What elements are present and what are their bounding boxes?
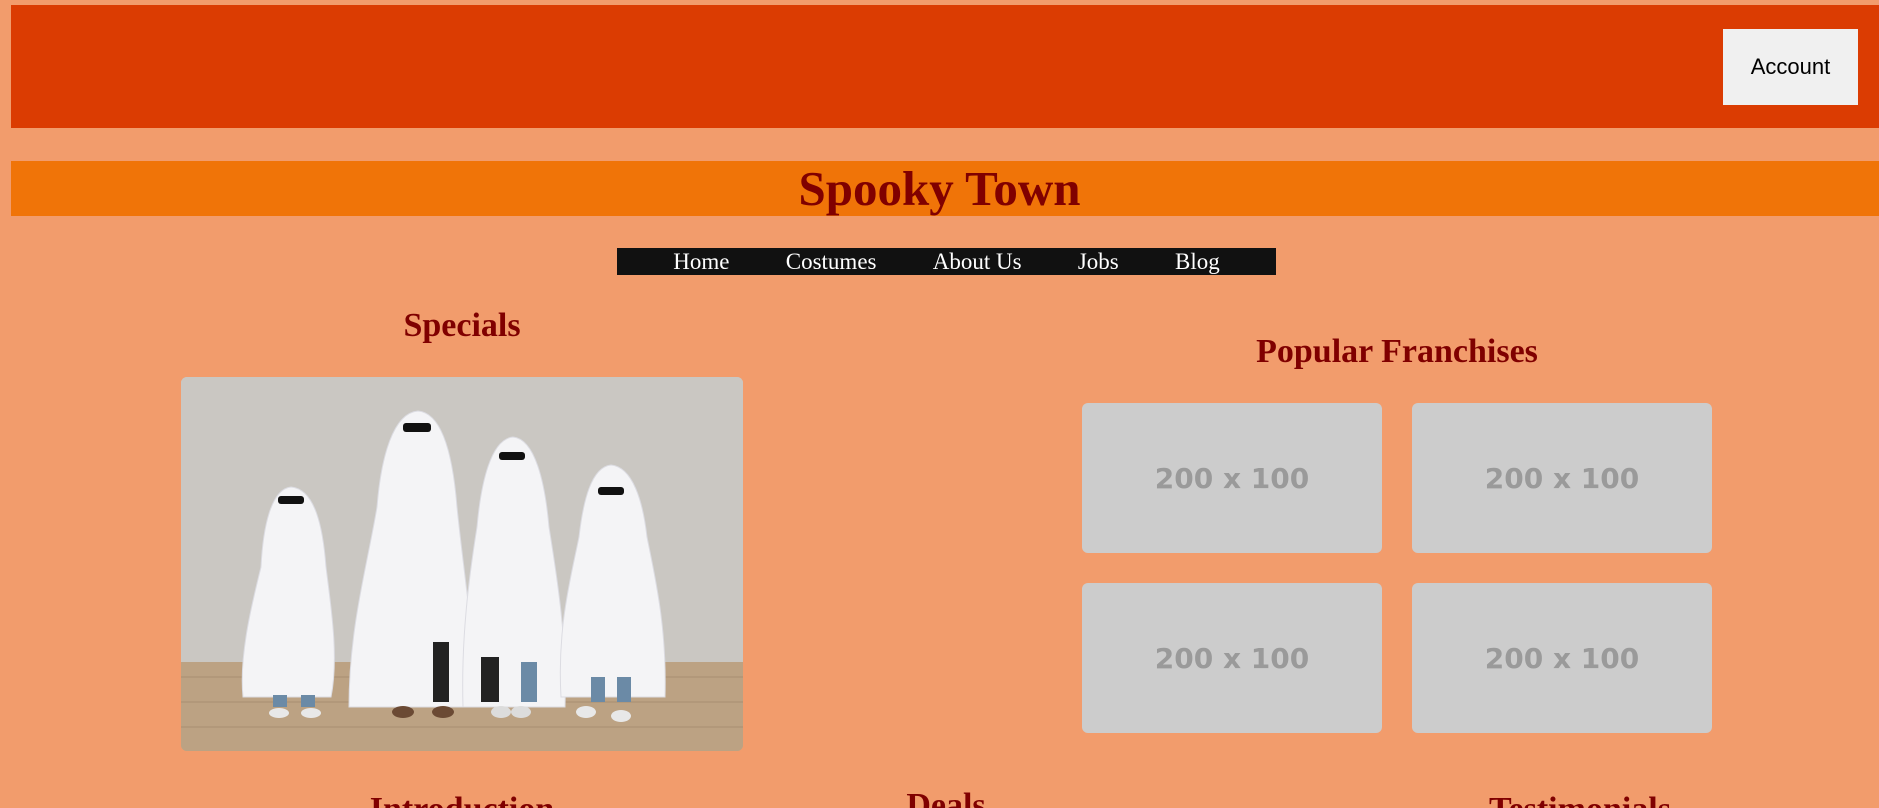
specials-image[interactable] [181,377,743,751]
top-header-bar [11,5,1879,128]
popular-franchises-heading: Popular Franchises [1256,333,1538,370]
franchise-tile[interactable]: 200 x 100 [1412,583,1712,733]
nav-item-jobs[interactable]: Jobs [1078,248,1119,275]
franchise-tile[interactable]: 200 x 100 [1412,403,1712,553]
account-button[interactable]: Account [1723,29,1858,105]
franchise-tile-label: 200 x 100 [1484,461,1640,495]
franchise-tile-label: 200 x 100 [1154,641,1310,675]
nav-item-blog[interactable]: Blog [1175,248,1220,275]
site-title: Spooky Town [798,161,1081,216]
franchise-tile[interactable]: 200 x 100 [1082,583,1382,733]
main-nav: Home Costumes About Us Jobs Blog [617,248,1276,275]
franchise-tile-label: 200 x 100 [1484,641,1640,675]
nav-item-costumes[interactable]: Costumes [786,248,877,275]
ghosts-photo [181,377,743,751]
testimonials-heading: Testimonials [1400,790,1760,808]
specials-heading: Specials [403,307,521,344]
introduction-heading: Introduction [181,790,743,808]
nav-item-about-us[interactable]: About Us [933,248,1022,275]
franchise-tile-label: 200 x 100 [1154,461,1310,495]
franchise-tile[interactable]: 200 x 100 [1082,403,1382,553]
nav-item-home[interactable]: Home [673,248,729,275]
deals-heading: Deals [906,787,986,808]
